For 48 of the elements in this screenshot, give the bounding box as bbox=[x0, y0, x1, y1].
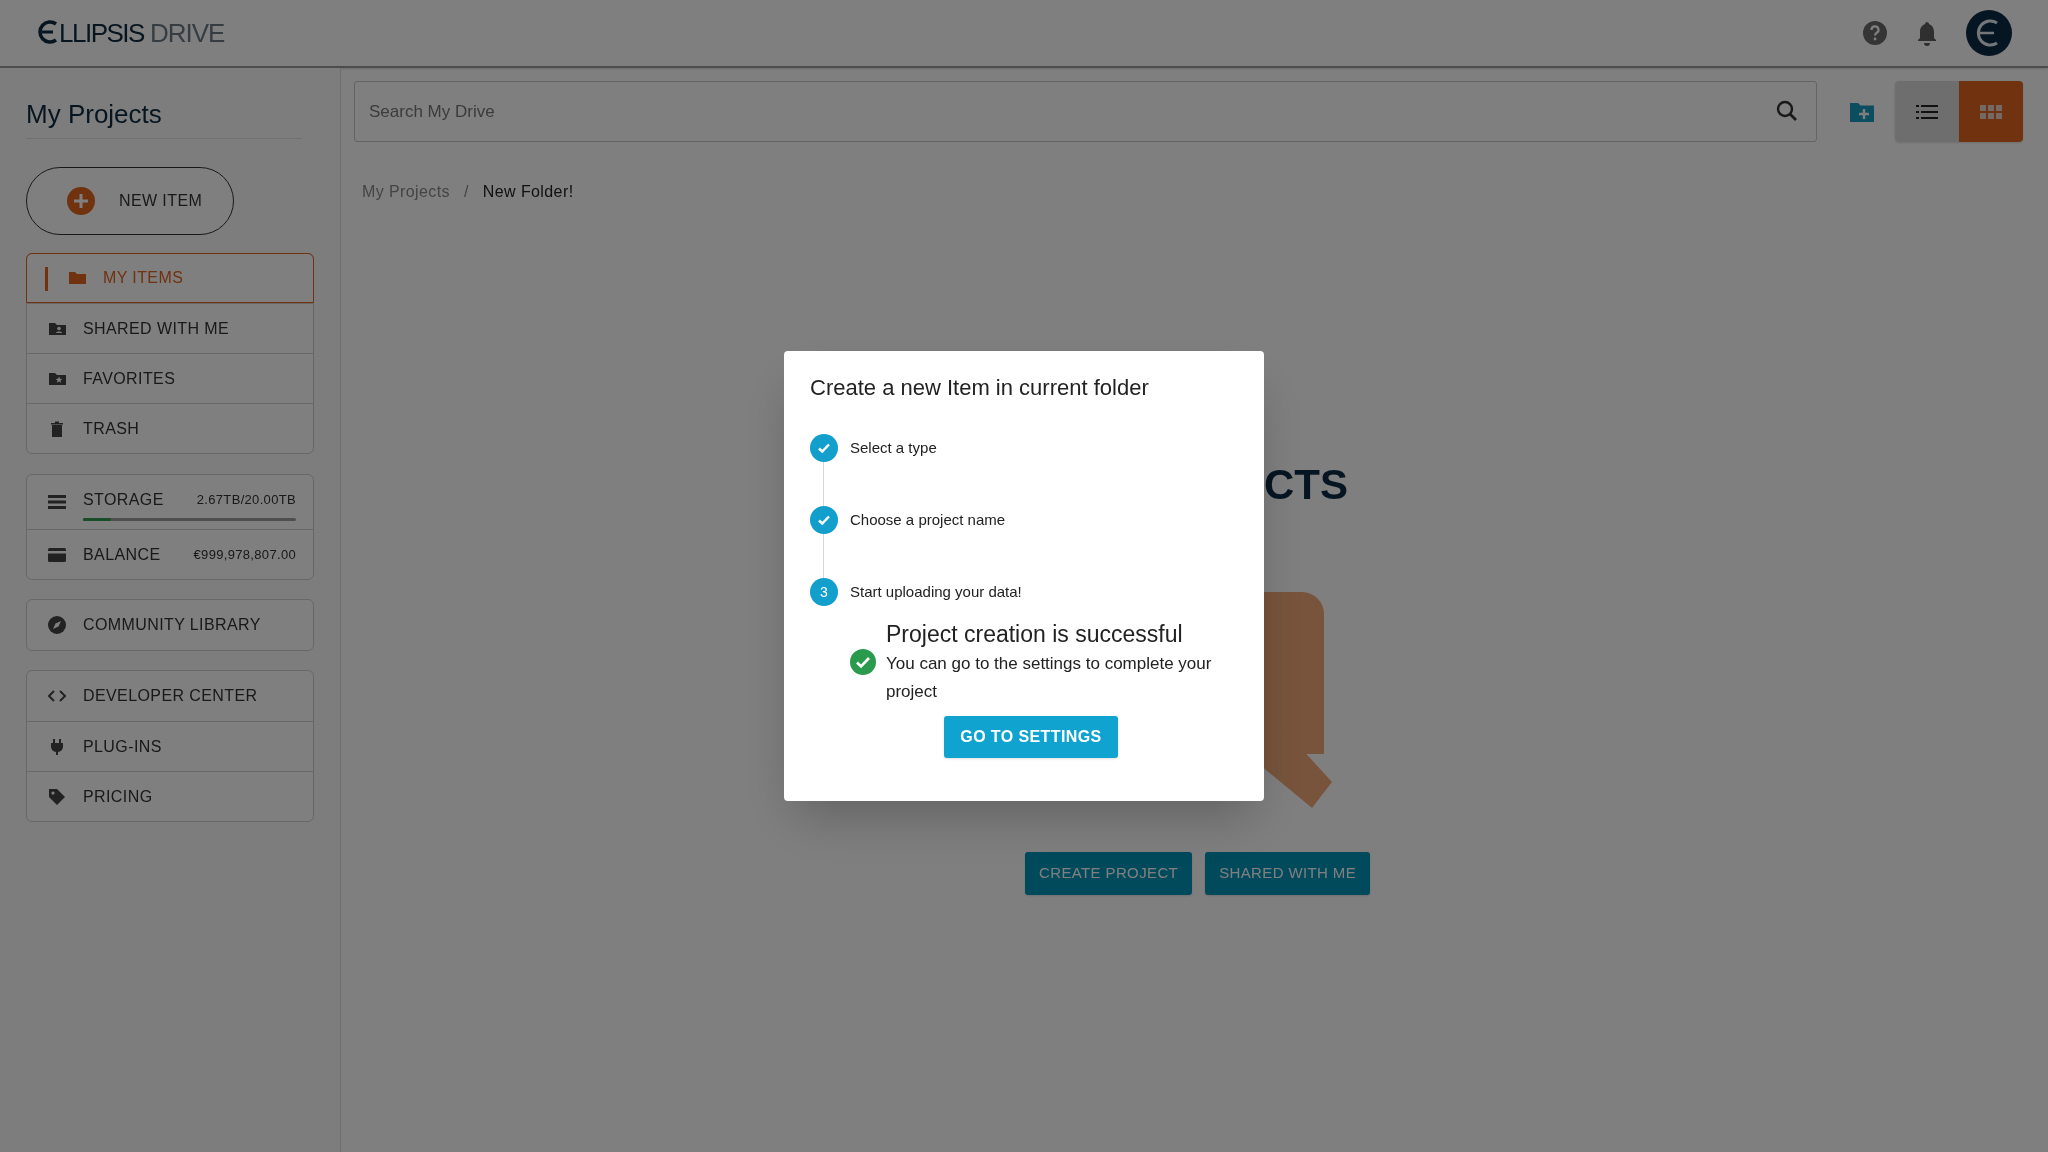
dialog-title: Create a new Item in current folder bbox=[810, 374, 1150, 402]
action-button[interactable]: SHARED WITH ME bbox=[1205, 852, 1371, 895]
search-field[interactable]: Search My Drive bbox=[354, 81, 1817, 142]
sidebar-item[interactable]: DEVELOPER CENTER bbox=[27, 671, 313, 721]
empty-state-heading: CTS bbox=[1264, 464, 1348, 506]
logo-icon bbox=[37, 19, 59, 45]
tag-icon bbox=[47, 786, 67, 807]
logo-text: LLIPSIS bbox=[59, 18, 144, 48]
step-label: Start uploading your data! bbox=[850, 581, 1022, 602]
storage-value: 2.67TB/20.00TB bbox=[196, 490, 296, 509]
breadcrumb-separator: / bbox=[464, 182, 469, 202]
help-icon[interactable] bbox=[1862, 20, 1888, 46]
go-to-settings-button[interactable]: GO TO SETTINGS bbox=[944, 716, 1118, 758]
storage-label: STORAGE bbox=[83, 489, 164, 510]
logo-text: DRIVE bbox=[149, 18, 225, 48]
new-item-button[interactable]: NEW ITEM bbox=[26, 167, 234, 235]
compass-icon bbox=[47, 615, 67, 635]
sidebar-item[interactable]: TRASH bbox=[27, 403, 313, 453]
sidebar-item[interactable]: MY ITEMS bbox=[26, 253, 314, 303]
view-toggle-button[interactable] bbox=[1959, 81, 2023, 142]
plus-icon bbox=[67, 187, 95, 215]
breadcrumb-link[interactable]: New Folder! bbox=[482, 180, 574, 204]
view-toggle-button[interactable] bbox=[1895, 81, 1959, 142]
grid-icon bbox=[1979, 103, 2003, 120]
balance-label: BALANCE bbox=[83, 544, 162, 565]
sidebar-item[interactable]: SHARED WITH ME bbox=[27, 303, 313, 353]
success-title: Project creation is successful bbox=[886, 620, 1184, 649]
avatar[interactable] bbox=[1966, 10, 2012, 56]
bell-icon[interactable] bbox=[1916, 20, 1938, 46]
action-button[interactable]: CREATE PROJECT bbox=[1025, 852, 1193, 895]
sidebar-title: My Projects bbox=[26, 98, 163, 130]
balance-value: €999,978,807.00 bbox=[193, 545, 296, 564]
search-icon[interactable] bbox=[1775, 99, 1799, 123]
step-label: Choose a project name bbox=[850, 509, 1006, 530]
add-folder-icon[interactable] bbox=[1849, 100, 1875, 123]
step-number: 3 bbox=[810, 578, 838, 606]
success-check-icon bbox=[850, 649, 876, 675]
storage-icon bbox=[47, 494, 67, 510]
folder-icon bbox=[67, 269, 87, 287]
success-message: You can go to the settings to complete your project bbox=[886, 653, 1213, 703]
sidebar-item[interactable]: COMMUNITY LIBRARY bbox=[27, 600, 313, 650]
sidebar-item[interactable]: PRICING bbox=[27, 771, 313, 821]
step-label: Select a type bbox=[850, 437, 937, 458]
sidebar-item[interactable]: PLUG-INS bbox=[27, 721, 313, 771]
active-indicator bbox=[45, 267, 48, 291]
breadcrumb-link[interactable]: My Projects bbox=[362, 180, 450, 204]
sidebar-item[interactable]: FAVORITES bbox=[27, 353, 313, 403]
credit-card-icon bbox=[47, 546, 67, 563]
